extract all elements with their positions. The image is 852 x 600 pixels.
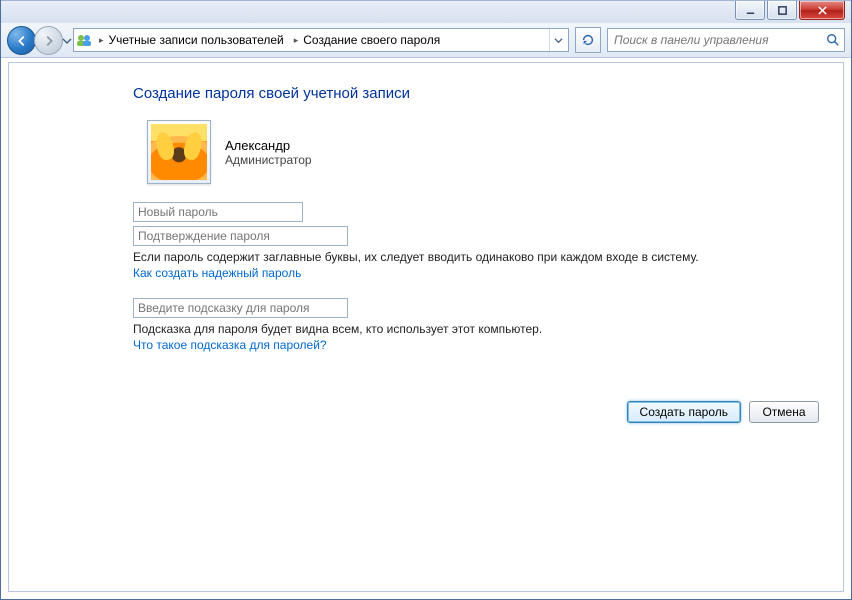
arrow-left-icon bbox=[15, 34, 29, 48]
close-icon bbox=[817, 5, 828, 16]
nav-row: ▸ Учетные записи пользователей ▸ Создани… bbox=[1, 23, 851, 58]
search-icon bbox=[826, 33, 840, 47]
search-input[interactable] bbox=[612, 32, 806, 48]
back-button[interactable] bbox=[7, 26, 36, 55]
forward-button[interactable] bbox=[34, 26, 63, 55]
titlebar bbox=[1, 0, 851, 23]
nav-buttons bbox=[7, 26, 67, 54]
refresh-icon bbox=[581, 33, 595, 47]
user-accounts-icon bbox=[76, 32, 92, 48]
strong-password-link[interactable]: Как создать надежный пароль bbox=[133, 266, 301, 280]
maximize-button[interactable] bbox=[767, 1, 797, 20]
what-is-hint-link[interactable]: Что такое подсказка для паролей? bbox=[133, 338, 327, 352]
caps-note: Если пароль содержит заглавные буквы, их… bbox=[133, 250, 783, 264]
chevron-right-icon: ▸ bbox=[99, 35, 104, 46]
hint-visibility-note: Подсказка для пароля будет видна всем, к… bbox=[133, 322, 783, 336]
page-title: Создание пароля своей учетной записи bbox=[133, 85, 783, 102]
search-box[interactable] bbox=[607, 28, 845, 52]
user-name: Александр bbox=[225, 138, 312, 153]
arrow-right-icon bbox=[42, 34, 56, 48]
close-button[interactable] bbox=[799, 1, 845, 20]
breadcrumb-item-users[interactable]: ▸ Учетные записи пользователей bbox=[96, 29, 287, 51]
avatar-image-flower bbox=[151, 124, 207, 180]
minimize-button[interactable] bbox=[735, 1, 765, 20]
cancel-button[interactable]: Отмена bbox=[749, 401, 819, 423]
minimize-icon bbox=[745, 5, 756, 16]
control-panel-window: ▸ Учетные записи пользователей ▸ Создани… bbox=[0, 0, 852, 600]
refresh-button[interactable] bbox=[575, 27, 601, 53]
address-dropdown[interactable] bbox=[549, 29, 566, 51]
user-block: Александр Администратор bbox=[147, 120, 783, 184]
window-controls bbox=[735, 1, 845, 20]
confirm-password-field[interactable] bbox=[133, 226, 348, 246]
breadcrumb-item-create-password[interactable]: ▸ Создание своего пароля bbox=[291, 29, 443, 51]
avatar bbox=[147, 120, 211, 184]
nav-history-dropdown[interactable] bbox=[62, 36, 72, 46]
user-meta: Александр Администратор bbox=[225, 138, 312, 167]
user-role: Администратор bbox=[225, 153, 312, 167]
chevron-down-icon bbox=[554, 36, 563, 45]
new-password-field[interactable] bbox=[133, 202, 303, 222]
password-hint-field[interactable] bbox=[133, 298, 348, 318]
address-bar[interactable]: ▸ Учетные записи пользователей ▸ Создани… bbox=[73, 28, 569, 52]
chevron-right-icon: ▸ bbox=[294, 35, 299, 46]
breadcrumb-label: Создание своего пароля bbox=[303, 33, 440, 47]
breadcrumb-label: Учетные записи пользователей bbox=[109, 33, 284, 47]
create-password-button[interactable]: Создать пароль bbox=[627, 401, 741, 423]
content-pane: Создание пароля своей учетной записи Але… bbox=[8, 62, 844, 592]
button-row: Создать пароль Отмена bbox=[627, 401, 819, 423]
maximize-icon bbox=[777, 5, 788, 16]
